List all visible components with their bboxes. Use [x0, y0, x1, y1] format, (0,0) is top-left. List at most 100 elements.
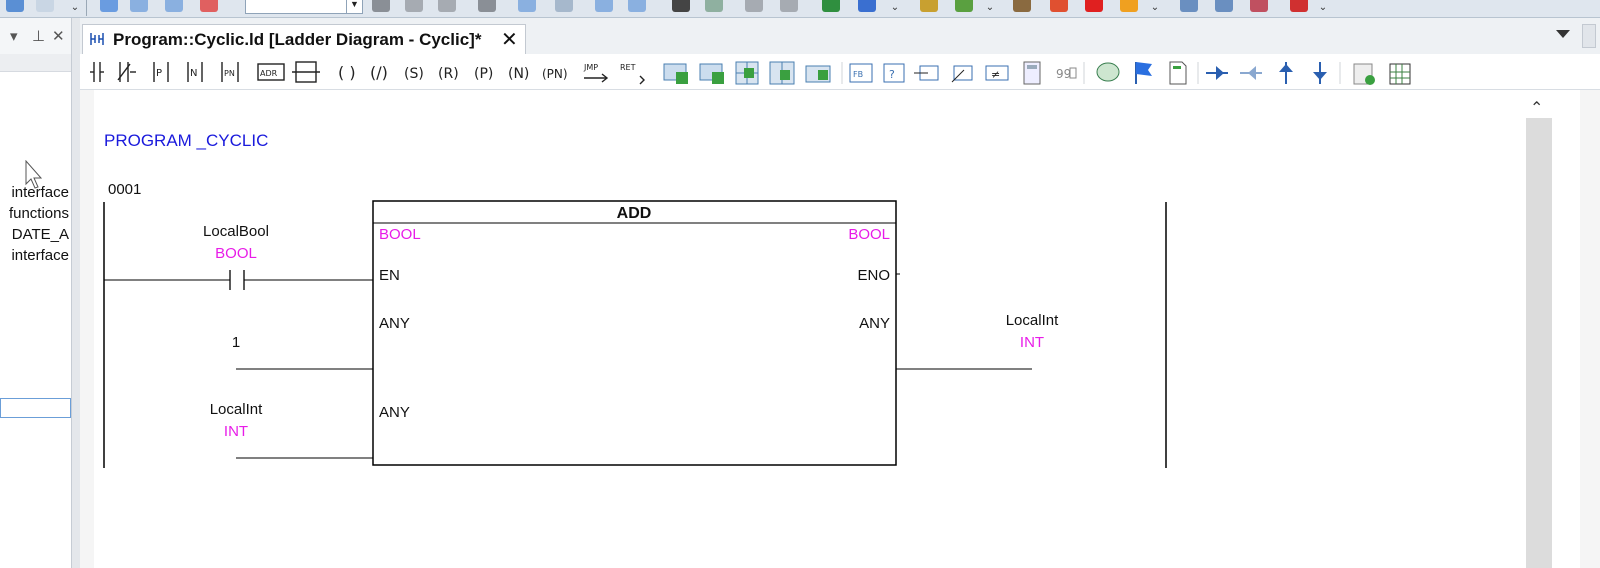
- link-icon-2[interactable]: [405, 0, 423, 12]
- insert-network-before-icon[interactable]: [663, 63, 688, 84]
- link-icon-3[interactable]: [438, 0, 456, 12]
- help-icon[interactable]: [858, 0, 876, 12]
- traffic-light-icon[interactable]: [1120, 0, 1138, 12]
- ladder-toolbar-icons: P N PN ADR ( ) (/) (S) (R) (P) (N) (PN) …: [90, 61, 1411, 85]
- pin-icon[interactable]: ⊥: [32, 27, 45, 45]
- add-function-block[interactable]: [372, 200, 897, 466]
- jump-icon[interactable]: JMP: [583, 63, 609, 83]
- insert-row-icon[interactable]: [735, 61, 759, 85]
- n-coil-icon[interactable]: (N): [508, 66, 529, 82]
- panel-splitter[interactable]: [72, 18, 80, 568]
- block-eno-pin: ENO: [857, 267, 890, 284]
- p-contact-icon[interactable]: P: [153, 62, 169, 82]
- grid-icon[interactable]: [1389, 63, 1411, 85]
- calculator-icon[interactable]: [1023, 61, 1041, 85]
- comparison-icon[interactable]: ≠: [985, 65, 1009, 81]
- tab-list-dropdown-icon[interactable]: [1556, 30, 1570, 38]
- block-input2-pin: ANY: [379, 404, 410, 421]
- delete-icon[interactable]: [200, 0, 218, 12]
- close-icon[interactable]: ✕: [501, 27, 518, 52]
- arrow-up-icon[interactable]: [595, 0, 613, 12]
- validate-icon[interactable]: [1353, 63, 1375, 85]
- toolbar-overflow-icon-4[interactable]: ⌄: [1150, 2, 1160, 16]
- download-icon[interactable]: [518, 0, 536, 12]
- tools-icon[interactable]: [1013, 0, 1031, 12]
- negated-contact-icon[interactable]: [117, 62, 136, 82]
- negated-coil-icon[interactable]: (/): [370, 63, 388, 82]
- n-contact-icon[interactable]: N: [187, 62, 203, 82]
- connect-down-icon[interactable]: [1313, 62, 1327, 84]
- dropdown-icon[interactable]: ▾: [10, 27, 18, 45]
- unknown-block-icon[interactable]: ?: [883, 63, 905, 83]
- build-icon[interactable]: [920, 0, 938, 12]
- ladder-canvas[interactable]: PROGRAM _CYCLIC 0001 LocalBool BOOL ADD …: [94, 90, 1530, 568]
- reset-coil-icon[interactable]: (R): [438, 66, 459, 82]
- save-icon[interactable]: [6, 0, 24, 12]
- scroll-up-icon[interactable]: ⌃: [1530, 98, 1543, 118]
- page-icon[interactable]: [1169, 61, 1187, 85]
- left-panel-input[interactable]: [0, 398, 71, 418]
- close-icon[interactable]: ✕: [52, 27, 65, 45]
- svg-text:?: ?: [889, 68, 895, 81]
- connect-left-icon[interactable]: [1240, 66, 1262, 80]
- contact-icon[interactable]: [90, 62, 104, 82]
- block-output-icon[interactable]: [951, 65, 973, 83]
- input1-constant[interactable]: 1: [232, 334, 240, 351]
- keyboard-icon[interactable]: [1215, 0, 1233, 12]
- monitor-icon[interactable]: [1085, 0, 1103, 12]
- arrow-down-icon[interactable]: [628, 0, 646, 12]
- configuration-combo[interactable]: ▼: [245, 0, 363, 14]
- ladder-network-svg: PROGRAM _CYCLIC 0001 LocalBool BOOL ADD …: [103, 131, 1167, 468]
- calendar-icon[interactable]: [1180, 0, 1198, 12]
- svg-text:PN: PN: [224, 69, 235, 78]
- block-input1-pin: ANY: [379, 315, 410, 332]
- indent-icon[interactable]: [705, 0, 723, 12]
- transfer-icon[interactable]: [1050, 0, 1068, 12]
- input2-variable-name[interactable]: LocalInt: [210, 401, 263, 418]
- uncomment-icon[interactable]: [780, 0, 798, 12]
- exit-icon[interactable]: [1290, 0, 1308, 12]
- sort-icon[interactable]: [555, 0, 573, 12]
- comment-icon[interactable]: [1096, 62, 1120, 82]
- set-coil-icon[interactable]: (S): [404, 66, 424, 82]
- toolbar-overflow-icon-2[interactable]: ⌄: [890, 2, 900, 16]
- flag-icon[interactable]: [1135, 62, 1152, 84]
- p-coil-icon[interactable]: (P): [474, 66, 493, 82]
- document-icon[interactable]: [36, 0, 54, 12]
- link-icon[interactable]: [372, 0, 390, 12]
- forward-icon[interactable]: [130, 0, 148, 12]
- unlink-icon[interactable]: [478, 0, 496, 12]
- block-output-pin: ANY: [859, 315, 890, 332]
- chevron-down-icon[interactable]: ▼: [346, 0, 362, 13]
- constant-icon[interactable]: 99: [1056, 67, 1077, 81]
- left-panel-line-1: interface: [11, 184, 69, 201]
- toolbar-overflow-icon-5[interactable]: ⌄: [1318, 2, 1328, 16]
- vertical-scrollbar[interactable]: [1526, 118, 1552, 568]
- globe-icon[interactable]: [822, 0, 840, 12]
- insert-network-after-icon[interactable]: [699, 63, 724, 84]
- return-icon[interactable]: RET: [620, 63, 645, 85]
- toolbar-overflow-icon[interactable]: ⌄: [70, 2, 80, 16]
- tab-bar-side-button[interactable]: [1582, 24, 1596, 48]
- coil-icon[interactable]: ( ): [338, 63, 356, 82]
- block-input-icon[interactable]: [914, 65, 939, 81]
- parallel-branch-icon[interactable]: [292, 61, 320, 83]
- window-icon[interactable]: [100, 0, 118, 12]
- connect-up-icon[interactable]: [1279, 62, 1293, 84]
- align-icon[interactable]: [672, 0, 690, 12]
- insert-cell-icon[interactable]: [805, 65, 831, 83]
- editor: Program::Cyclic.ld [Ladder Diagram - Cyc…: [80, 18, 1600, 568]
- pn-coil-icon[interactable]: (PN): [542, 67, 568, 81]
- output-variable-name[interactable]: LocalInt: [1006, 312, 1059, 329]
- rebuild-icon[interactable]: [955, 0, 973, 12]
- back-icon[interactable]: [165, 0, 183, 12]
- pn-contact-icon[interactable]: PN: [221, 62, 239, 82]
- comment-icon[interactable]: [745, 0, 763, 12]
- function-block-icon[interactable]: FB: [849, 63, 873, 83]
- connect-right-icon[interactable]: [1206, 66, 1228, 80]
- tab-cyclic-ld[interactable]: Program::Cyclic.ld [Ladder Diagram - Cyc…: [82, 24, 526, 54]
- table-icon[interactable]: [1250, 0, 1268, 12]
- toolbar-overflow-icon-3[interactable]: ⌄: [985, 2, 995, 16]
- address-contact-icon[interactable]: ADR: [257, 63, 285, 81]
- insert-column-icon[interactable]: [769, 61, 795, 85]
